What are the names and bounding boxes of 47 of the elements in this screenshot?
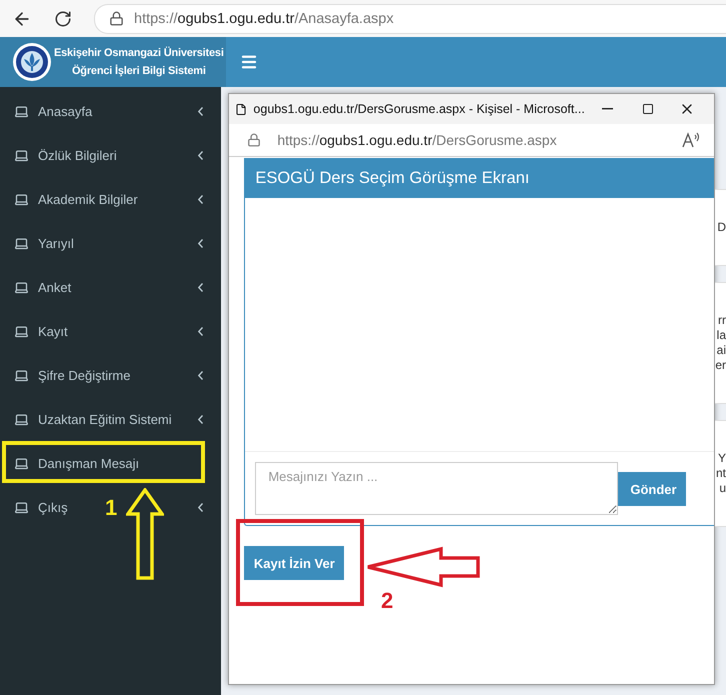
cut-text: la xyxy=(716,328,726,343)
sidebar-item[interactable]: Anasayfa xyxy=(38,104,92,118)
sidebar-item[interactable]: Danışman Mesajı xyxy=(38,456,140,470)
lock-icon xyxy=(247,133,262,147)
cut-text: rr xyxy=(718,313,726,328)
laptop-icon xyxy=(14,236,29,250)
laptop-icon xyxy=(14,500,29,514)
sidebar-item[interactable]: Kayıt xyxy=(38,324,68,338)
sidebar-item[interactable]: Şifre Değiştirme xyxy=(38,368,130,382)
sidebar-item[interactable]: Anket xyxy=(38,280,72,294)
maximize-icon xyxy=(642,103,654,115)
cut-text: Y xyxy=(718,451,726,466)
minimize-icon xyxy=(602,108,614,110)
laptop-icon xyxy=(14,280,29,294)
sidebar-item[interactable]: Akademik Bilgiler xyxy=(38,192,138,206)
step-number: 2 xyxy=(381,588,394,614)
sidebar-item[interactable]: Çıkış xyxy=(38,500,68,514)
cut-text: u xyxy=(719,481,726,496)
laptop-icon xyxy=(14,148,29,162)
page-icon xyxy=(235,102,248,116)
window-title: ogubs1.ogu.edu.tr/DersGorusme.aspx - Kişisel - Microsoft... xyxy=(253,102,585,116)
popup-url[interactable]: https://ogubs1.ogu.edu.tr/DersGorusme.aspx xyxy=(277,132,557,148)
laptop-icon xyxy=(14,324,29,338)
laptop-icon xyxy=(14,192,29,206)
cut-text: ai xyxy=(716,343,726,358)
sidebar-item[interactable]: Uzaktan Eğitim Sistemi xyxy=(38,412,172,426)
cut-text: nt xyxy=(716,466,726,481)
laptop-icon xyxy=(14,456,29,470)
lock-icon xyxy=(109,11,124,26)
sidebar-item[interactable]: Yarıyıl xyxy=(38,236,74,250)
address-bar[interactable]: https://ogubs1.ogu.edu.tr/Anasayfa.aspx xyxy=(94,4,726,34)
university-logo-icon xyxy=(12,42,52,82)
laptop-icon xyxy=(14,412,29,426)
cut-text: D xyxy=(717,220,726,235)
menu-icon[interactable] xyxy=(240,53,258,71)
cut-text: er xyxy=(715,358,726,373)
send-button[interactable]: Gönder xyxy=(618,472,686,506)
laptop-icon xyxy=(14,368,29,382)
message-input[interactable]: Mesajınızı Yazın ... xyxy=(255,462,618,515)
step-number: 1 xyxy=(105,495,118,521)
site-title: Eskişehir Osmangazi Üniversitesi Öğrenci İşleri Bilgi Sistemi xyxy=(54,46,224,79)
sidebar-item[interactable]: Özlük Bilgileri xyxy=(38,148,117,162)
reload-button[interactable] xyxy=(54,10,72,28)
approve-button[interactable]: Kayıt İzin Ver xyxy=(244,546,344,580)
read-aloud-icon[interactable] xyxy=(682,132,700,148)
laptop-icon xyxy=(14,104,29,118)
panel-title: ESOGÜ Ders Seçim Görüşme Ekranı xyxy=(245,159,714,198)
